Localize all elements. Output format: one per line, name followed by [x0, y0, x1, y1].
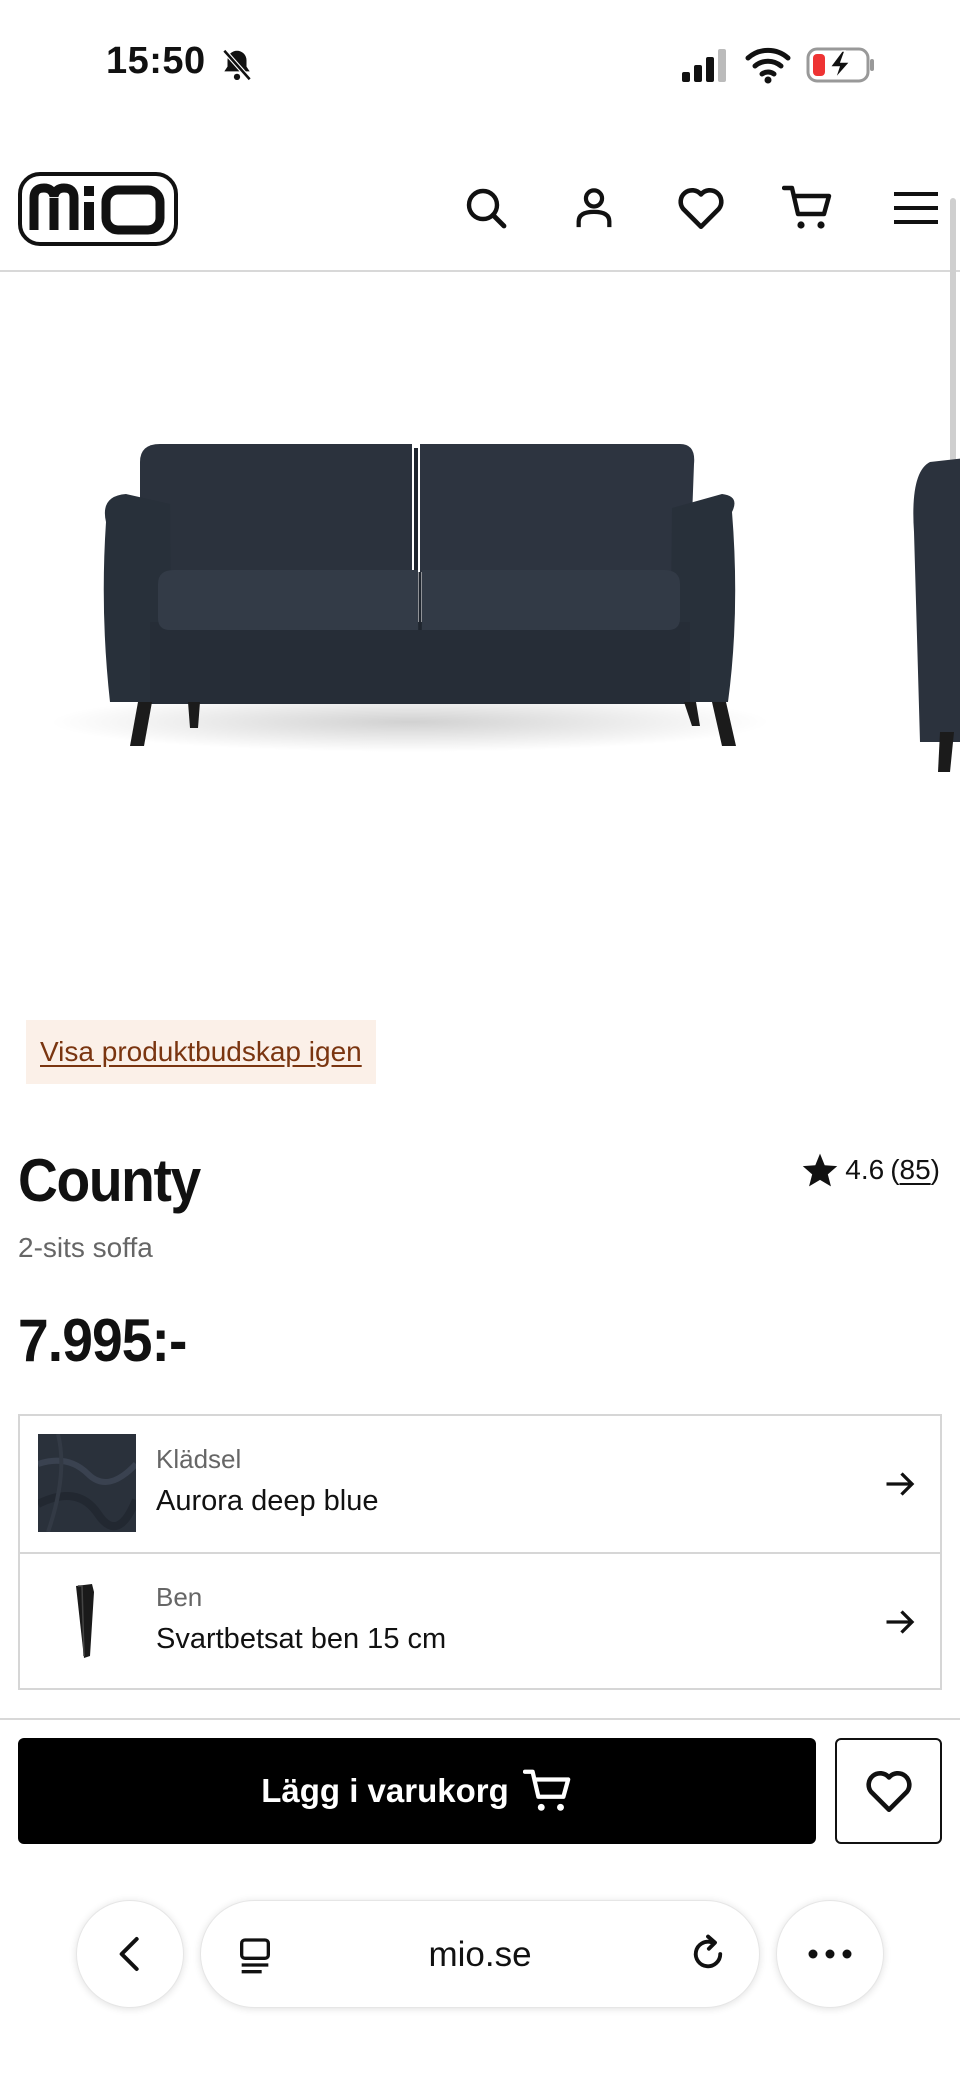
section-divider — [0, 1718, 960, 1720]
address-bar[interactable]: mio.se — [200, 1900, 760, 2008]
show-product-message-text: Visa produktbudskap igen — [40, 1036, 362, 1067]
arrow-right-icon — [886, 1472, 915, 1496]
status-bar: 15:50 — [0, 0, 960, 130]
chevron-left-icon — [119, 1937, 139, 1971]
battery-charging-icon — [806, 47, 874, 83]
browser-back-button[interactable] — [76, 1900, 184, 2008]
next-image-preview[interactable] — [900, 442, 960, 772]
product-price: 7.995:- — [18, 1307, 187, 1374]
cellular-signal-icon — [682, 49, 726, 82]
search-icon[interactable] — [458, 180, 514, 236]
review-count[interactable]: 85 — [900, 1154, 931, 1185]
sofa-image — [50, 444, 770, 752]
product-image-gallery[interactable] — [0, 272, 960, 1012]
show-product-message-link[interactable]: Visa produktbudskap igen — [26, 1020, 376, 1084]
cart-icon — [522, 1769, 571, 1811]
heart-icon — [865, 1771, 912, 1813]
mio-logo[interactable] — [18, 172, 178, 246]
option-label: Ben — [156, 1582, 203, 1612]
review-count-wrapper[interactable]: (85) — [890, 1154, 940, 1186]
option-row-legs[interactable]: Ben Svartbetsat ben 15 cm — [20, 1552, 940, 1688]
wifi-icon — [745, 47, 791, 84]
bell-muted-icon — [222, 49, 252, 81]
option-label: Klädsel — [156, 1444, 242, 1474]
user-icon[interactable] — [566, 180, 622, 236]
url-text: mio.se — [428, 1935, 532, 1974]
reload-icon[interactable] — [687, 1933, 729, 1975]
rating-value: 4.6 — [845, 1154, 885, 1185]
star-icon — [803, 1153, 838, 1187]
option-row-fabric[interactable]: Klädsel Aurora deep blue — [20, 1416, 940, 1552]
add-to-cart-button[interactable]: Lägg i varukorg — [18, 1738, 816, 1844]
menu-icon[interactable] — [888, 180, 944, 236]
fabric-swatch-image — [38, 1434, 136, 1532]
product-subtitle: 2-sits soffa — [18, 1232, 153, 1263]
heart-icon[interactable] — [673, 180, 729, 236]
arrow-right-icon — [886, 1610, 915, 1634]
product-options: Klädsel Aurora deep blue Ben Svartbetsat… — [18, 1414, 942, 1690]
browser-toolbar: mio.se — [0, 1870, 960, 2081]
browser-more-button[interactable] — [776, 1900, 884, 2008]
add-to-cart-label: Lägg i varukorg — [261, 1772, 509, 1809]
cart-icon[interactable] — [780, 180, 836, 236]
more-dots-icon — [808, 1949, 852, 1959]
product-title: County — [18, 1147, 201, 1214]
add-to-wishlist-button[interactable] — [835, 1738, 942, 1844]
status-time: 15:50 — [106, 40, 206, 82]
option-value: Aurora deep blue — [156, 1485, 379, 1517]
site-header — [0, 130, 960, 272]
option-value: Svartbetsat ben 15 cm — [156, 1623, 447, 1655]
product-rating[interactable]: 4.6 (85) — [801, 1152, 940, 1188]
sofa-leg-image — [76, 1584, 94, 1658]
